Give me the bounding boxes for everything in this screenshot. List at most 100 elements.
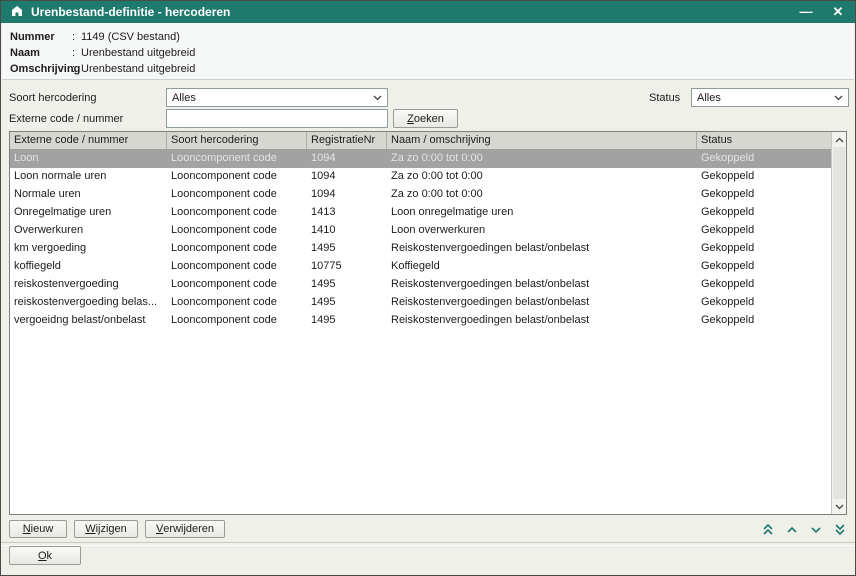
- cell-externe_code: Loon: [10, 150, 167, 168]
- table-header: Externe code / nummer Soort hercodering …: [10, 132, 831, 150]
- cell-soort: Looncomponent code: [167, 312, 307, 330]
- footer-separator: [1, 542, 855, 546]
- cell-naam: Za zo 0:00 tot 0:00: [387, 168, 697, 186]
- wijzigen-button[interactable]: Wijzigen: [74, 520, 138, 538]
- cell-soort: Looncomponent code: [167, 294, 307, 312]
- column-header-status[interactable]: Status: [697, 132, 831, 149]
- cell-status: Gekoppeld: [697, 312, 831, 330]
- column-header-soort-hercodering[interactable]: Soort hercodering: [167, 132, 307, 149]
- status-selected-value: Alles: [697, 92, 721, 104]
- cell-status: Gekoppeld: [697, 204, 831, 222]
- cell-registratie_nr: 1094: [307, 186, 387, 204]
- table-row[interactable]: reiskostenvergoedingLooncomponent code14…: [10, 276, 831, 294]
- table-row[interactable]: OverwerkurenLooncomponent code1410Loon o…: [10, 222, 831, 240]
- filter-area: Soort hercodering Alles Status Alles Ext…: [1, 81, 855, 131]
- cell-naam: Loon overwerkuren: [387, 222, 697, 240]
- cell-externe_code: reiskostenvergoeding: [10, 276, 167, 294]
- cell-registratie_nr: 10775: [307, 258, 387, 276]
- scroll-down-button[interactable]: [832, 499, 846, 514]
- cell-registratie_nr: 1413: [307, 204, 387, 222]
- cell-externe_code: Loon normale uren: [10, 168, 167, 186]
- cell-naam: Reiskostenvergoedingen belast/onbelast: [387, 240, 697, 258]
- scrollbar-thumb[interactable]: [833, 147, 845, 499]
- move-last-icon[interactable]: [832, 522, 847, 537]
- table-row[interactable]: Onregelmatige urenLooncomponent code1413…: [10, 204, 831, 222]
- chevron-down-icon: [373, 95, 382, 101]
- table-body: LoonLooncomponent code1094Za zo 0:00 tot…: [10, 150, 831, 330]
- table-row[interactable]: km vergoedingLooncomponent code1495Reisk…: [10, 240, 831, 258]
- cell-naam: Za zo 0:00 tot 0:00: [387, 150, 697, 168]
- titlebar: Urenbestand-definitie - hercoderen — ✕: [1, 1, 855, 23]
- verwijderen-button[interactable]: Verwijderen: [145, 520, 225, 538]
- cell-naam: Loon onregelmatige uren: [387, 204, 697, 222]
- nieuw-button[interactable]: Nieuw: [9, 520, 67, 538]
- cell-registratie_nr: 1410: [307, 222, 387, 240]
- soort-hercodering-select[interactable]: Alles: [166, 88, 388, 107]
- info-row-omschrijving: Omschrijving:Urenbestand uitgebreid: [10, 61, 846, 77]
- cell-status: Gekoppeld: [697, 168, 831, 186]
- ok-button[interactable]: Ok: [9, 546, 81, 565]
- separator: :: [72, 45, 81, 61]
- column-header-externe-code[interactable]: Externe code / nummer: [10, 132, 167, 149]
- cell-naam: Reiskostenvergoedingen belast/onbelast: [387, 312, 697, 330]
- cell-status: Gekoppeld: [697, 186, 831, 204]
- cell-registratie_nr: 1495: [307, 240, 387, 258]
- table-row[interactable]: reiskostenvergoeding belas...Looncompone…: [10, 294, 831, 312]
- window-title: Urenbestand-definitie - hercoderen: [31, 5, 230, 19]
- cell-externe_code: reiskostenvergoeding belas...: [10, 294, 167, 312]
- move-first-icon[interactable]: [760, 522, 775, 537]
- naam-value: Urenbestand uitgebreid: [81, 47, 195, 59]
- cell-status: Gekoppeld: [697, 276, 831, 294]
- cell-naam: Koffiegeld: [387, 258, 697, 276]
- vertical-scrollbar[interactable]: [831, 132, 846, 514]
- table-row[interactable]: Loon normale urenLooncomponent code1094Z…: [10, 168, 831, 186]
- cell-soort: Looncomponent code: [167, 258, 307, 276]
- info-panel: Nummer:1149 (CSV bestand) Naam:Urenbesta…: [2, 23, 854, 80]
- omschrijving-value: Urenbestand uitgebreid: [81, 63, 195, 75]
- close-button[interactable]: ✕: [830, 2, 846, 22]
- cell-registratie_nr: 1495: [307, 294, 387, 312]
- cell-status: Gekoppeld: [697, 294, 831, 312]
- cell-externe_code: vergoeidng belast/onbelast: [10, 312, 167, 330]
- nummer-label: Nummer: [10, 29, 72, 45]
- cell-externe_code: km vergoeding: [10, 240, 167, 258]
- cell-status: Gekoppeld: [697, 258, 831, 276]
- cell-registratie_nr: 1094: [307, 150, 387, 168]
- move-down-icon[interactable]: [808, 522, 823, 537]
- cell-soort: Looncomponent code: [167, 240, 307, 258]
- app-icon: [10, 5, 24, 20]
- table-row[interactable]: vergoeidng belast/onbelastLooncomponent …: [10, 312, 831, 330]
- soort-hercodering-selected-value: Alles: [172, 92, 196, 104]
- externe-code-label: Externe code / nummer: [9, 112, 123, 126]
- separator: :: [72, 29, 81, 45]
- cell-externe_code: koffiegeld: [10, 258, 167, 276]
- table-row[interactable]: koffiegeldLooncomponent code10775Koffieg…: [10, 258, 831, 276]
- scroll-up-button[interactable]: [832, 132, 846, 147]
- cell-registratie_nr: 1094: [307, 168, 387, 186]
- minimize-button[interactable]: —: [798, 2, 814, 22]
- omschrijving-label: Omschrijving: [10, 61, 72, 77]
- externe-code-input[interactable]: [166, 109, 388, 128]
- move-up-icon[interactable]: [784, 522, 799, 537]
- info-row-naam: Naam:Urenbestand uitgebreid: [10, 45, 846, 61]
- cell-externe_code: Normale uren: [10, 186, 167, 204]
- cell-soort: Looncomponent code: [167, 186, 307, 204]
- separator: :: [72, 61, 81, 77]
- naam-label: Naam: [10, 45, 72, 61]
- column-header-registratienr[interactable]: RegistratieNr: [307, 132, 387, 149]
- table-row[interactable]: Normale urenLooncomponent code1094Za zo …: [10, 186, 831, 204]
- cell-registratie_nr: 1495: [307, 276, 387, 294]
- cell-soort: Looncomponent code: [167, 204, 307, 222]
- status-select[interactable]: Alles: [691, 88, 849, 107]
- cell-naam: Reiskostenvergoedingen belast/onbelast: [387, 276, 697, 294]
- dialog-window: Urenbestand-definitie - hercoderen — ✕ N…: [0, 0, 856, 576]
- row-navigation: [760, 522, 847, 537]
- table-row[interactable]: LoonLooncomponent code1094Za zo 0:00 tot…: [10, 150, 831, 168]
- cell-naam: Za zo 0:00 tot 0:00: [387, 186, 697, 204]
- status-label: Status: [649, 91, 680, 105]
- column-header-naam-omschrijving[interactable]: Naam / omschrijving: [387, 132, 697, 149]
- cell-soort: Looncomponent code: [167, 222, 307, 240]
- recode-table: Externe code / nummer Soort hercodering …: [9, 131, 847, 515]
- cell-registratie_nr: 1495: [307, 312, 387, 330]
- zoeken-button[interactable]: Zoeken: [393, 109, 458, 128]
